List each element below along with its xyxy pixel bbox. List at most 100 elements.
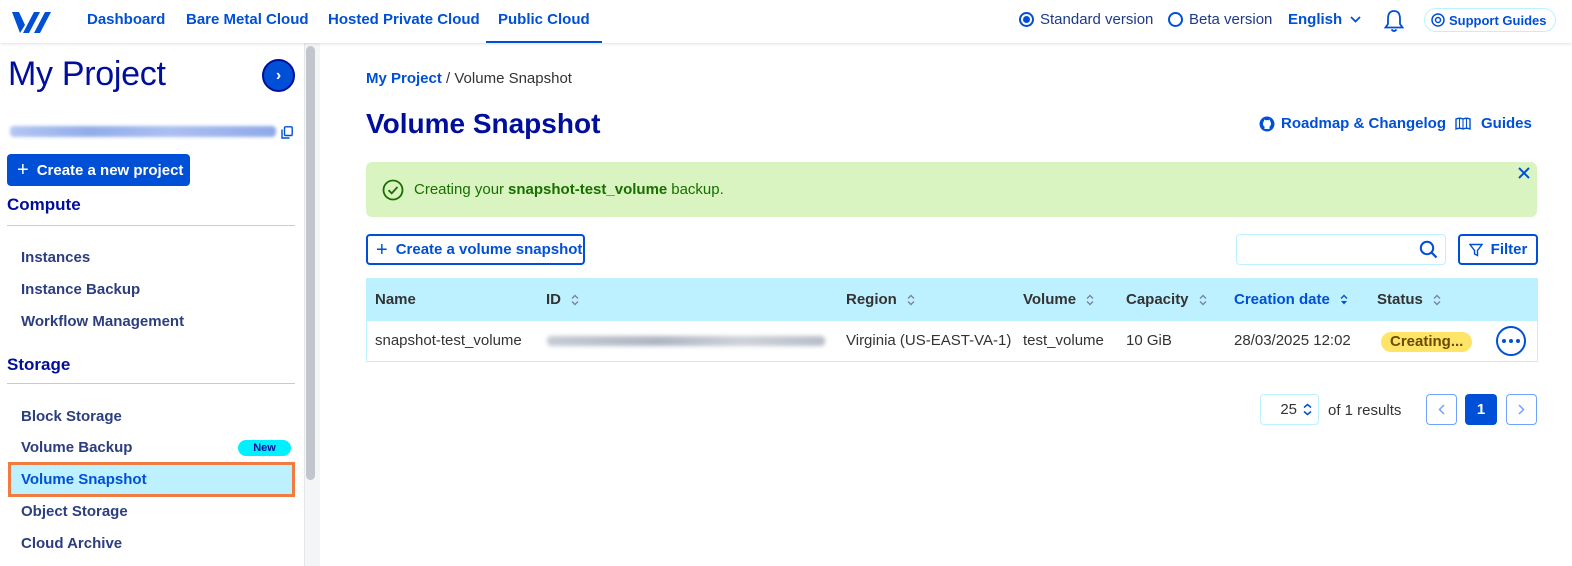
sidebar-item-instance-backup[interactable]: Instance Backup (21, 281, 140, 298)
bell-icon[interactable] (1383, 9, 1405, 33)
sort-icon (571, 294, 579, 306)
nav-public-cloud[interactable]: Public Cloud (486, 0, 602, 43)
filter-label: Filter (1490, 241, 1528, 258)
column-header-name: Name (375, 291, 416, 308)
alert-prefix: Creating your (414, 181, 505, 198)
standard-version-label: Standard version (1040, 11, 1154, 28)
chevron-right-icon: › (275, 66, 282, 84)
project-title: My Project (8, 55, 166, 93)
breadcrumb-root-link[interactable]: My Project (366, 70, 442, 87)
ovh-logo-icon[interactable] (10, 7, 52, 35)
breadcrumb-separator: / (446, 70, 451, 87)
section-divider (7, 225, 295, 226)
snapshots-table: Name ID Region Volume Capacity Creation … (366, 278, 1538, 362)
sidebar-section-compute: Compute (7, 195, 81, 214)
github-icon (1259, 116, 1275, 131)
previous-page-button[interactable] (1426, 394, 1457, 425)
chevron-right-icon (1518, 404, 1525, 415)
roadmap-changelog-label: Roadmap & Changelog (1281, 115, 1447, 132)
sidebar-item-block-storage[interactable]: Block Storage (21, 408, 122, 425)
select-arrows-icon (1303, 403, 1312, 416)
alert-suffix: backup. (671, 181, 724, 198)
top-navigation: Dashboard Bare Metal Cloud Hosted Privat… (0, 0, 1572, 43)
sidebar-item-workflow-management[interactable]: Workflow Management (21, 313, 184, 330)
nav-bare-metal-cloud[interactable]: Bare Metal Cloud (186, 0, 309, 43)
status-badge: Creating... (1381, 332, 1473, 352)
book-icon (1455, 117, 1471, 130)
create-new-project-label: Create a new project (36, 161, 184, 179)
filter-button[interactable]: Filter (1458, 234, 1538, 265)
support-guides-button[interactable]: Support Guides (1424, 8, 1556, 32)
more-dot-icon (1516, 339, 1520, 343)
beta-version-radio[interactable]: Beta version (1168, 11, 1272, 28)
check-circle-icon (382, 179, 404, 200)
page-1-button[interactable]: 1 (1465, 394, 1497, 425)
column-header-id[interactable]: ID (546, 279, 579, 321)
sidebar-section-storage: Storage (7, 355, 71, 374)
standard-version-radio[interactable]: Standard version (1019, 11, 1153, 28)
language-label: English (1288, 11, 1343, 28)
column-header-region[interactable]: Region (846, 279, 915, 321)
create-new-project-button[interactable]: + Create a new project (7, 154, 190, 186)
guides-label: Guides (1481, 115, 1532, 132)
next-page-button[interactable] (1506, 394, 1537, 425)
column-header-capacity[interactable]: Capacity (1126, 279, 1207, 321)
search-input[interactable] (1236, 234, 1446, 265)
sort-icon (1199, 294, 1207, 306)
new-badge: New (238, 440, 291, 456)
close-icon[interactable] (1517, 166, 1531, 180)
chevron-left-icon (1438, 404, 1445, 415)
breadcrumb: My Project / Volume Snapshot (366, 70, 572, 87)
cell-region: Virginia (US-EAST-VA-1) (846, 332, 1012, 349)
beta-version-label: Beta version (1189, 11, 1273, 28)
sort-icon (1433, 294, 1441, 306)
pagination-results: of 1 results (1328, 402, 1402, 419)
sidebar-scrollbar-thumb[interactable] (306, 46, 315, 480)
breadcrumb-current: Volume Snapshot (454, 70, 572, 87)
sidebar-item-object-storage[interactable]: Object Storage (21, 503, 128, 520)
search-icon[interactable] (1419, 240, 1438, 259)
column-header-status[interactable]: Status (1377, 279, 1441, 321)
cell-name: snapshot-test_volume (375, 332, 522, 349)
create-volume-snapshot-label: Create a volume snapshot (395, 241, 583, 258)
sidebar-item-instances[interactable]: Instances (21, 249, 90, 266)
sidebar-item-cloud-archive[interactable]: Cloud Archive (21, 535, 122, 552)
nav-hosted-private-cloud[interactable]: Hosted Private Cloud (328, 0, 480, 43)
alert-snapshot-name: snapshot-test_volume (508, 181, 668, 198)
cell-creation-date: 28/03/2025 12:02 (1234, 332, 1351, 349)
sort-desc-icon (1340, 294, 1348, 305)
column-header-creation-date[interactable]: Creation date (1234, 279, 1348, 321)
sort-icon (907, 294, 915, 306)
chevron-down-icon (1350, 16, 1361, 23)
cell-capacity: 10 GiB (1126, 332, 1172, 349)
language-selector[interactable]: English (1288, 11, 1361, 28)
nav-dashboard[interactable]: Dashboard (87, 0, 165, 43)
sidebar-toggle-button[interactable]: › (262, 59, 295, 92)
project-id-redacted (10, 126, 276, 137)
table-row: snapshot-test_volume Virginia (US-EAST-V… (367, 321, 1537, 361)
column-header-volume[interactable]: Volume (1023, 279, 1094, 321)
more-dot-icon (1509, 339, 1513, 343)
copy-icon[interactable] (281, 126, 293, 139)
row-actions-button[interactable] (1496, 326, 1526, 356)
more-dot-icon (1502, 339, 1506, 343)
sidebar-item-volume-backup[interactable]: Volume Backup (21, 439, 132, 456)
create-volume-snapshot-button[interactable]: + Create a volume snapshot (366, 234, 585, 265)
cell-id-redacted (547, 336, 825, 346)
filter-icon (1468, 243, 1483, 257)
plus-icon: + (17, 159, 29, 181)
page-title: Volume Snapshot (366, 108, 601, 139)
radio-checked-icon (1019, 12, 1034, 27)
cell-volume: test_volume (1023, 332, 1104, 349)
radio-unchecked-icon (1168, 12, 1183, 27)
page-size-select[interactable]: 25 (1260, 394, 1319, 425)
guides-link[interactable]: Guides (1455, 115, 1532, 132)
roadmap-changelog-link[interactable]: Roadmap & Changelog (1259, 115, 1446, 132)
sidebar-item-volume-snapshot[interactable]: Volume Snapshot (21, 471, 147, 488)
page-size-value: 25 (1280, 401, 1297, 418)
section-divider (7, 383, 295, 384)
success-alert: Creating your snapshot-test_volume backu… (366, 162, 1537, 217)
plus-icon: + (376, 238, 388, 261)
lifebuoy-icon (1431, 13, 1445, 27)
support-guides-label: Support Guides (1449, 12, 1547, 28)
